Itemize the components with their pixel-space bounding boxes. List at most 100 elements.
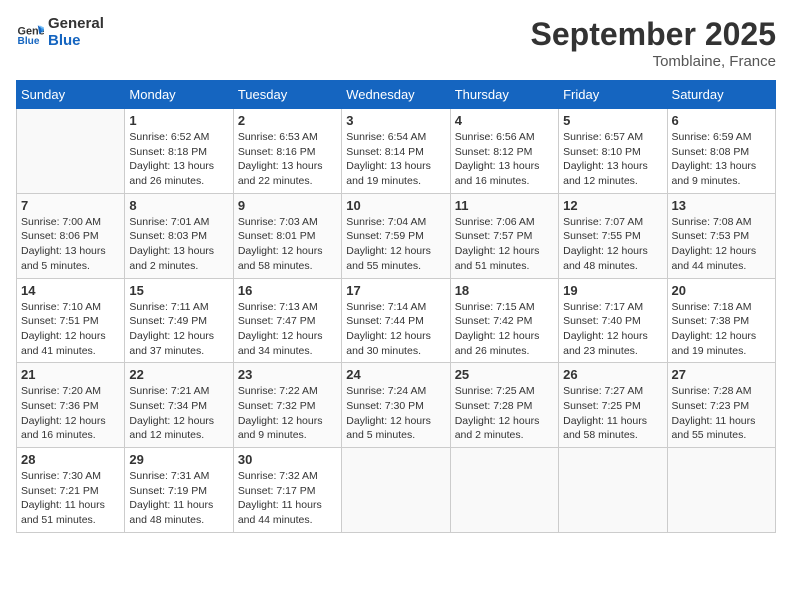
day-info: Sunrise: 6:59 AMSunset: 8:08 PMDaylight:… [672,131,757,187]
day-info: Sunrise: 6:57 AMSunset: 8:10 PMDaylight:… [563,131,648,187]
calendar-cell: 15 Sunrise: 7:11 AMSunset: 7:49 PMDaylig… [125,278,233,363]
day-info: Sunrise: 6:54 AMSunset: 8:14 PMDaylight:… [346,131,431,187]
calendar-cell: 5 Sunrise: 6:57 AMSunset: 8:10 PMDayligh… [559,109,667,194]
day-number: 15 [129,283,228,298]
month-title: September 2025 [531,16,776,53]
calendar-week-row: 7 Sunrise: 7:00 AMSunset: 8:06 PMDayligh… [17,193,776,278]
svg-text:Blue: Blue [18,35,40,46]
calendar-cell: 27 Sunrise: 7:28 AMSunset: 7:23 PMDaylig… [667,363,775,448]
day-number: 23 [238,367,337,382]
day-info: Sunrise: 7:14 AMSunset: 7:44 PMDaylight:… [346,301,431,357]
day-number: 27 [672,367,771,382]
weekday-header: Friday [559,81,667,109]
day-number: 26 [563,367,662,382]
day-info: Sunrise: 7:11 AMSunset: 7:49 PMDaylight:… [129,301,214,357]
day-number: 18 [455,283,554,298]
day-info: Sunrise: 6:52 AMSunset: 8:18 PMDaylight:… [129,131,214,187]
weekday-header: Tuesday [233,81,341,109]
day-number: 13 [672,198,771,213]
calendar-cell [559,448,667,533]
calendar-cell: 21 Sunrise: 7:20 AMSunset: 7:36 PMDaylig… [17,363,125,448]
calendar-cell: 26 Sunrise: 7:27 AMSunset: 7:25 PMDaylig… [559,363,667,448]
location: Tomblaine, France [531,53,776,70]
day-number: 12 [563,198,662,213]
logo-icon: General Blue [16,19,44,47]
day-number: 2 [238,113,337,128]
calendar-cell: 28 Sunrise: 7:30 AMSunset: 7:21 PMDaylig… [17,448,125,533]
calendar-cell: 8 Sunrise: 7:01 AMSunset: 8:03 PMDayligh… [125,193,233,278]
weekday-header: Saturday [667,81,775,109]
calendar-table: SundayMondayTuesdayWednesdayThursdayFrid… [16,80,776,533]
day-info: Sunrise: 7:06 AMSunset: 7:57 PMDaylight:… [455,216,540,272]
day-info: Sunrise: 7:25 AMSunset: 7:28 PMDaylight:… [455,385,540,441]
day-info: Sunrise: 7:17 AMSunset: 7:40 PMDaylight:… [563,301,648,357]
day-info: Sunrise: 7:22 AMSunset: 7:32 PMDaylight:… [238,385,323,441]
calendar-week-row: 14 Sunrise: 7:10 AMSunset: 7:51 PMDaylig… [17,278,776,363]
day-number: 8 [129,198,228,213]
day-number: 6 [672,113,771,128]
day-info: Sunrise: 7:04 AMSunset: 7:59 PMDaylight:… [346,216,431,272]
day-number: 5 [563,113,662,128]
day-info: Sunrise: 7:07 AMSunset: 7:55 PMDaylight:… [563,216,648,272]
day-number: 24 [346,367,445,382]
calendar-cell: 13 Sunrise: 7:08 AMSunset: 7:53 PMDaylig… [667,193,775,278]
day-number: 4 [455,113,554,128]
calendar-cell: 23 Sunrise: 7:22 AMSunset: 7:32 PMDaylig… [233,363,341,448]
calendar-cell: 14 Sunrise: 7:10 AMSunset: 7:51 PMDaylig… [17,278,125,363]
calendar-cell [667,448,775,533]
day-number: 3 [346,113,445,128]
calendar-cell: 6 Sunrise: 6:59 AMSunset: 8:08 PMDayligh… [667,109,775,194]
calendar-cell: 1 Sunrise: 6:52 AMSunset: 8:18 PMDayligh… [125,109,233,194]
day-number: 30 [238,452,337,467]
day-info: Sunrise: 7:28 AMSunset: 7:23 PMDaylight:… [672,385,756,441]
day-info: Sunrise: 7:30 AMSunset: 7:21 PMDaylight:… [21,470,105,526]
weekday-header: Wednesday [342,81,450,109]
day-number: 14 [21,283,120,298]
weekday-header: Sunday [17,81,125,109]
calendar-cell [17,109,125,194]
day-number: 17 [346,283,445,298]
day-info: Sunrise: 7:32 AMSunset: 7:17 PMDaylight:… [238,470,322,526]
day-number: 10 [346,198,445,213]
calendar-cell: 22 Sunrise: 7:21 AMSunset: 7:34 PMDaylig… [125,363,233,448]
day-info: Sunrise: 7:00 AMSunset: 8:06 PMDaylight:… [21,216,106,272]
calendar-cell: 19 Sunrise: 7:17 AMSunset: 7:40 PMDaylig… [559,278,667,363]
day-info: Sunrise: 7:01 AMSunset: 8:03 PMDaylight:… [129,216,214,272]
day-number: 1 [129,113,228,128]
calendar-cell: 16 Sunrise: 7:13 AMSunset: 7:47 PMDaylig… [233,278,341,363]
calendar-cell: 4 Sunrise: 6:56 AMSunset: 8:12 PMDayligh… [450,109,558,194]
title-block: September 2025 Tomblaine, France [531,16,776,70]
day-number: 7 [21,198,120,213]
calendar-cell: 9 Sunrise: 7:03 AMSunset: 8:01 PMDayligh… [233,193,341,278]
day-info: Sunrise: 7:13 AMSunset: 7:47 PMDaylight:… [238,301,323,357]
calendar-cell: 12 Sunrise: 7:07 AMSunset: 7:55 PMDaylig… [559,193,667,278]
weekday-header: Thursday [450,81,558,109]
day-number: 9 [238,198,337,213]
calendar-cell: 30 Sunrise: 7:32 AMSunset: 7:17 PMDaylig… [233,448,341,533]
day-info: Sunrise: 7:27 AMSunset: 7:25 PMDaylight:… [563,385,647,441]
page-header: General Blue General Blue September 2025… [16,16,776,70]
day-info: Sunrise: 7:10 AMSunset: 7:51 PMDaylight:… [21,301,106,357]
day-info: Sunrise: 7:31 AMSunset: 7:19 PMDaylight:… [129,470,213,526]
day-info: Sunrise: 7:21 AMSunset: 7:34 PMDaylight:… [129,385,214,441]
calendar-cell: 2 Sunrise: 6:53 AMSunset: 8:16 PMDayligh… [233,109,341,194]
day-info: Sunrise: 7:08 AMSunset: 7:53 PMDaylight:… [672,216,757,272]
day-info: Sunrise: 6:53 AMSunset: 8:16 PMDaylight:… [238,131,323,187]
calendar-cell: 29 Sunrise: 7:31 AMSunset: 7:19 PMDaylig… [125,448,233,533]
day-info: Sunrise: 7:24 AMSunset: 7:30 PMDaylight:… [346,385,431,441]
header-row: SundayMondayTuesdayWednesdayThursdayFrid… [17,81,776,109]
calendar-cell: 11 Sunrise: 7:06 AMSunset: 7:57 PMDaylig… [450,193,558,278]
calendar-cell: 20 Sunrise: 7:18 AMSunset: 7:38 PMDaylig… [667,278,775,363]
day-number: 29 [129,452,228,467]
logo: General Blue General Blue [16,16,104,49]
logo-general: General [48,16,104,33]
calendar-cell: 3 Sunrise: 6:54 AMSunset: 8:14 PMDayligh… [342,109,450,194]
calendar-cell: 18 Sunrise: 7:15 AMSunset: 7:42 PMDaylig… [450,278,558,363]
day-number: 20 [672,283,771,298]
weekday-header: Monday [125,81,233,109]
day-info: Sunrise: 7:18 AMSunset: 7:38 PMDaylight:… [672,301,757,357]
day-number: 25 [455,367,554,382]
calendar-week-row: 28 Sunrise: 7:30 AMSunset: 7:21 PMDaylig… [17,448,776,533]
calendar-cell: 17 Sunrise: 7:14 AMSunset: 7:44 PMDaylig… [342,278,450,363]
day-number: 22 [129,367,228,382]
